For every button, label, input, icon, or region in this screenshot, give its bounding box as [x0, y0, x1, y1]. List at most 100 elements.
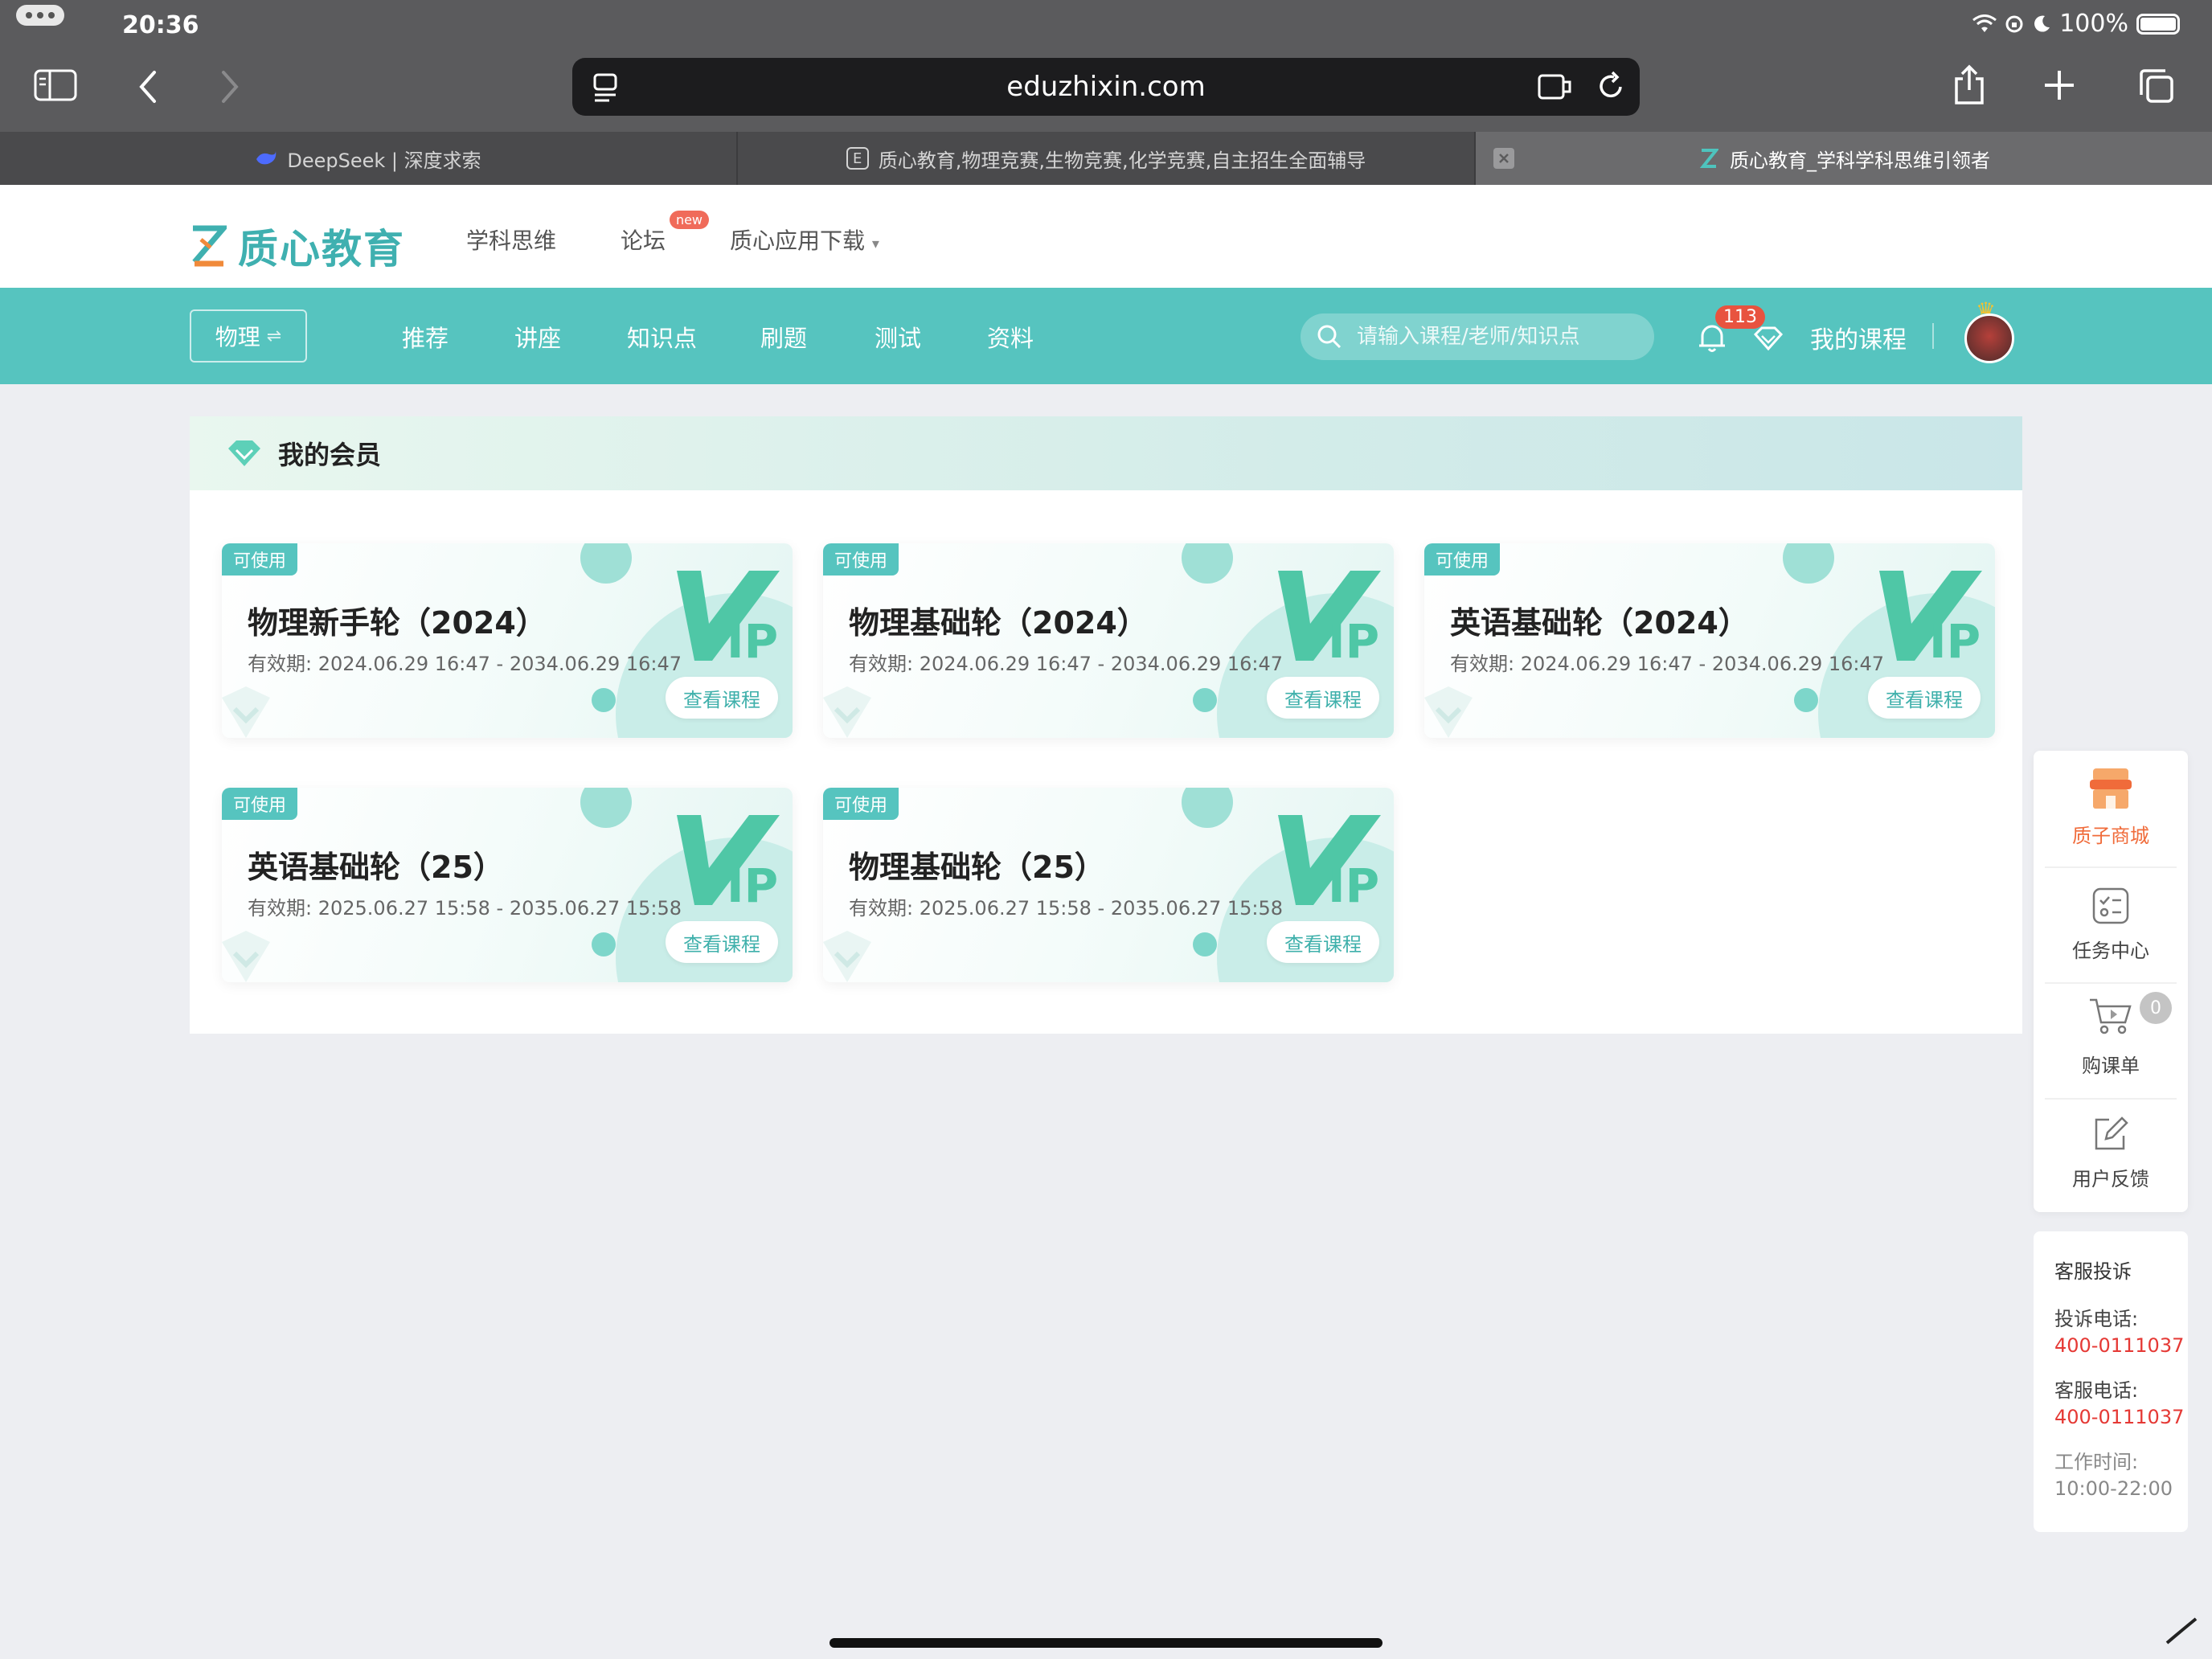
card-decoration: [580, 543, 632, 584]
nav-app-download-label: 质心应用下载: [730, 227, 866, 254]
complaint-phone[interactable]: 400-0111037: [2054, 1334, 2188, 1357]
tab-eduzhixin-e[interactable]: E 质心教育,物理竞赛,生物竞赛,化学竞赛,自主招生全面辅导: [738, 132, 1476, 185]
shop-link[interactable]: 质子商城: [2034, 751, 2188, 863]
tabs-overview-icon[interactable]: [2138, 68, 2175, 108]
search-input[interactable]: [1357, 325, 1630, 349]
close-tab-icon[interactable]: [1493, 148, 1514, 169]
url-text: eduzhixin.com: [1006, 71, 1206, 103]
vip-card[interactable]: IP 可使用 英语基础轮（2024） 有效期: 2024.06.29 16:47…: [1424, 543, 1995, 738]
vip-logo-icon: IP: [1278, 815, 1381, 908]
cart-label: 购课单: [2082, 1054, 2140, 1077]
nav-app-download[interactable]: 质心应用下载 ▾: [730, 223, 879, 256]
nav-practice[interactable]: 刷题: [760, 320, 807, 354]
hours-value: 10:00-22:00: [2054, 1477, 2173, 1500]
view-course-button[interactable]: 查看课程: [1868, 677, 1981, 719]
vip-logo-icon: IP: [677, 571, 780, 664]
whale-icon: [255, 147, 277, 170]
card-decoration: [592, 688, 616, 712]
cart-count-badge: 0: [2140, 992, 2172, 1024]
new-tab-icon[interactable]: [2043, 69, 2075, 104]
nav-forum-label: 论坛: [621, 227, 666, 254]
status-indicators: 100%: [1972, 10, 2180, 38]
nav-lecture[interactable]: 讲座: [514, 320, 561, 354]
card-decoration: [1182, 788, 1233, 828]
svg-text:IP: IP: [1328, 858, 1379, 908]
nav-materials[interactable]: 资料: [987, 320, 1034, 354]
tab-label: 质心教育_学科学科思维引领者: [1730, 149, 1990, 172]
cart-link[interactable]: 0 购课单: [2034, 981, 2188, 1093]
panel-title: 我的会员: [278, 440, 382, 470]
site-logo[interactable]: 质心教育: [190, 217, 405, 275]
hours-label: 工作时间:: [2054, 1451, 2139, 1473]
feedback-link[interactable]: 用户反馈: [2034, 1096, 2188, 1209]
nav-recommend[interactable]: 推荐: [402, 320, 449, 354]
cart-icon: [2090, 998, 2132, 1034]
nav-knowledge[interactable]: 知识点: [627, 320, 697, 354]
card-validity: 有效期: 2024.06.29 16:47 - 2034.06.29 16:47: [248, 653, 682, 675]
back-icon[interactable]: [135, 69, 159, 108]
sidebar-icon[interactable]: [34, 69, 77, 108]
shop-icon: [2090, 768, 2132, 809]
search-box[interactable]: [1301, 313, 1654, 360]
reload-icon[interactable]: [1595, 71, 1627, 103]
status-badge: 可使用: [823, 543, 899, 576]
nav-forum[interactable]: 论坛 new: [621, 211, 710, 256]
vip-card[interactable]: IP 可使用 物理新手轮（2024） 有效期: 2024.06.29 16:47…: [222, 543, 793, 738]
user-avatar[interactable]: [1964, 313, 2014, 363]
battery-percent: 100%: [2059, 10, 2128, 38]
view-course-button[interactable]: 查看课程: [1267, 677, 1379, 719]
tab-deepseek[interactable]: DeepSeek | 深度求索: [0, 132, 738, 185]
nav-subject-thinking[interactable]: 学科思维: [466, 223, 556, 256]
multitask-dots-icon[interactable]: [16, 5, 64, 26]
tab-label: 质心教育,物理竞赛,生物竞赛,化学竞赛,自主招生全面辅导: [878, 149, 1366, 172]
pencil-corner-icon: [2165, 1617, 2198, 1645]
vip-card[interactable]: IP 可使用 英语基础轮（25） 有效期: 2025.06.27 15:58 -…: [222, 788, 793, 982]
view-course-button[interactable]: 查看课程: [1267, 921, 1379, 963]
card-validity: 有效期: 2025.06.27 15:58 - 2035.06.27 15:58: [248, 897, 682, 920]
vip-logo-icon: IP: [1879, 571, 1982, 664]
moon-icon: [2034, 15, 2050, 32]
switch-arrows-icon: ⇌: [266, 326, 282, 346]
svg-text:IP: IP: [1929, 614, 1981, 664]
feedback-label: 用户反馈: [2072, 1167, 2149, 1190]
extension-icon[interactable]: [1537, 72, 1572, 101]
service-phone-label: 客服电话:: [2054, 1379, 2139, 1402]
reader-icon[interactable]: [592, 72, 621, 103]
vip-logo-icon: IP: [1278, 571, 1381, 664]
shop-label: 质子商城: [2072, 824, 2149, 847]
chevron-down-icon: [823, 931, 871, 982]
forward-icon[interactable]: [219, 69, 243, 108]
diamond-icon[interactable]: [1754, 326, 1783, 350]
vip-card[interactable]: IP 可使用 物理基础轮（25） 有效期: 2025.06.27 15:58 -…: [823, 788, 1394, 982]
address-bar[interactable]: eduzhixin.com: [572, 58, 1640, 116]
home-indicator[interactable]: [830, 1638, 1382, 1648]
svg-text:IP: IP: [727, 858, 778, 908]
my-courses-link[interactable]: 我的课程: [1810, 320, 1907, 355]
subject-switch-button[interactable]: 物理 ⇌: [190, 309, 307, 363]
main-nav: 物理 ⇌ 推荐 讲座 知识点 刷题 测试 资料 113 我的课程 ♛: [0, 288, 2212, 384]
view-course-button[interactable]: 查看课程: [666, 677, 778, 719]
nav-test[interactable]: 测试: [875, 320, 921, 354]
vip-card[interactable]: IP 可使用 物理基础轮（2024） 有效期: 2024.06.29 16:47…: [823, 543, 1394, 738]
status-badge: 可使用: [823, 788, 899, 820]
status-badge: 可使用: [222, 543, 298, 576]
e-favicon-icon: E: [846, 147, 869, 170]
view-course-button[interactable]: 查看课程: [666, 921, 778, 963]
card-validity: 有效期: 2025.06.27 15:58 - 2035.06.27 15:58: [849, 897, 1284, 920]
svg-text:IP: IP: [1328, 614, 1379, 664]
tab-bar: DeepSeek | 深度求索 E 质心教育,物理竞赛,生物竞赛,化学竞赛,自主…: [0, 132, 2212, 185]
card-decoration: [1193, 688, 1217, 712]
zhixin-favicon-icon: [1698, 147, 1720, 170]
card-decoration: [580, 788, 632, 828]
service-title: 客服投诉: [2054, 1260, 2132, 1283]
vip-logo-icon: IP: [677, 815, 780, 908]
service-phone[interactable]: 400-0111037: [2054, 1406, 2188, 1428]
floating-toolbar: 质子商城 任务中心 0 购课单 用户反馈: [2034, 751, 2188, 1212]
card-title: 物理基础轮（25）: [849, 850, 1105, 885]
task-center-link[interactable]: 任务中心: [2034, 868, 2188, 981]
membership-panel: 我的会员 IP 可使用 物理新手轮（2024） 有效期: 2024.06.29 …: [190, 416, 2022, 1034]
share-icon[interactable]: [1952, 64, 1987, 109]
card-decoration: [592, 932, 616, 956]
tab-eduzhixin-active[interactable]: 质心教育_学科学科思维引领者: [1476, 132, 2212, 185]
battery-icon: [2136, 13, 2180, 35]
